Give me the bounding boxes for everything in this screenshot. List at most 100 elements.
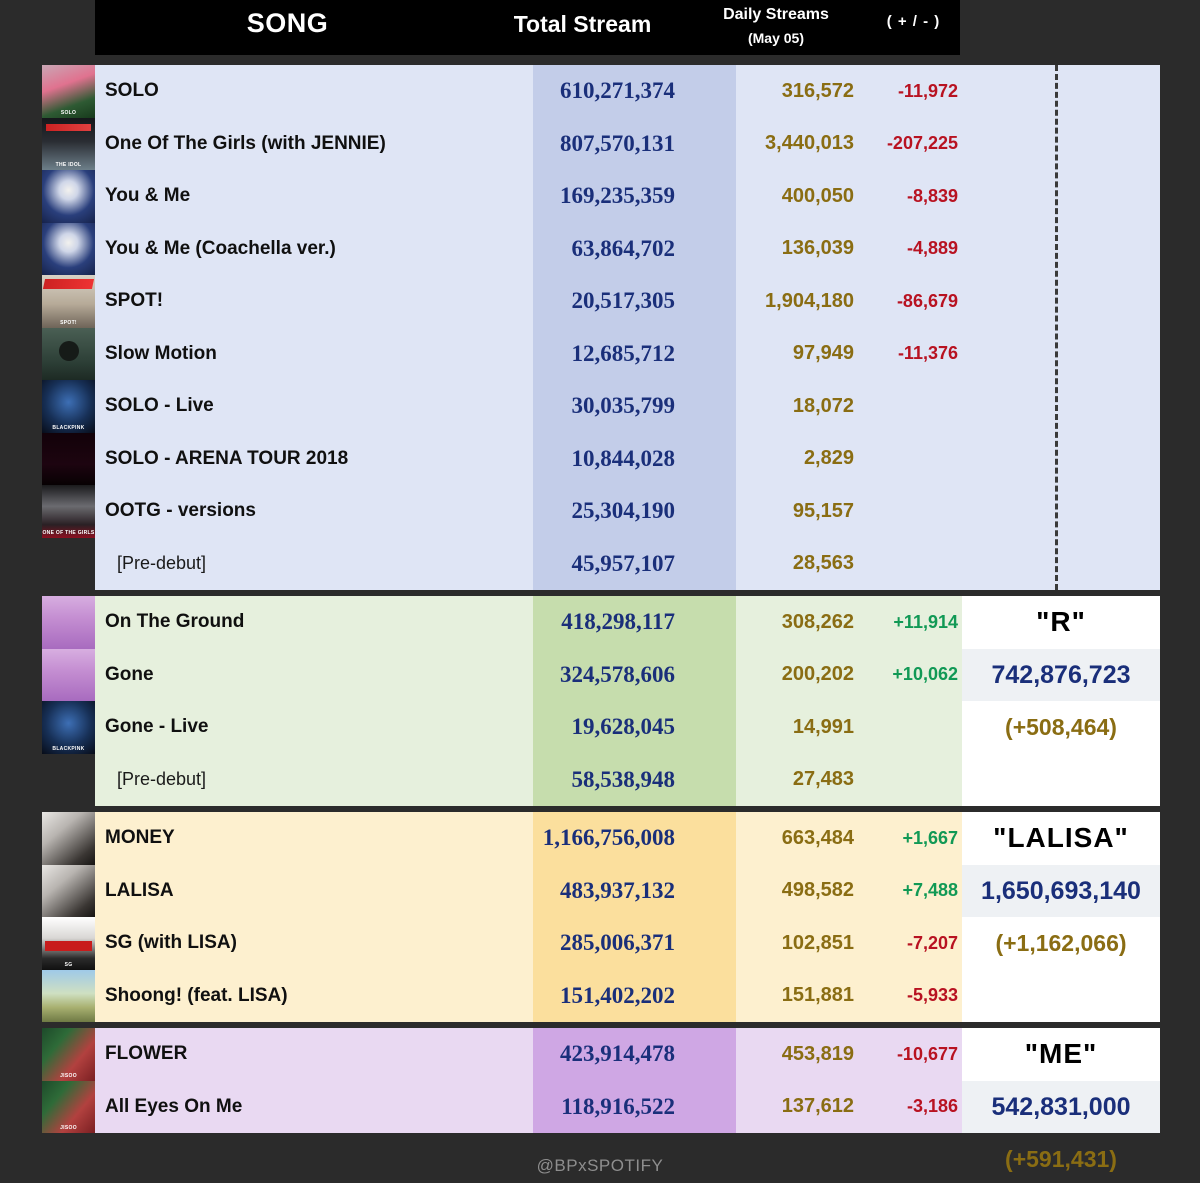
- cell-delta: +10,062: [892, 664, 958, 685]
- album-art-image: [42, 812, 95, 865]
- watermark: @BPxSPOTIFY: [536, 1156, 664, 1175]
- cell-daily-stream: 18,072: [792, 394, 854, 417]
- cell-daily-stream: 136,039: [781, 237, 854, 260]
- album-art-placeholder: [42, 753, 95, 806]
- album-art-thumbnail: BLACKPINK: [42, 380, 95, 433]
- table-row[interactable]: LALISA 483,937,132 498,582 +7,488: [95, 865, 960, 918]
- stats-table-page: SONG Total Stream Daily Streams (May 05)…: [0, 0, 1200, 1183]
- table-row[interactable]: SOLO 610,271,374 316,572 -11,972: [95, 65, 960, 118]
- table-row[interactable]: Gone 324,578,606 200,202 +10,062: [95, 649, 960, 702]
- album-art-label: SOLO: [60, 109, 77, 116]
- cell-song-title: [Pre-debut]: [117, 769, 207, 790]
- cell-delta: +7,488: [902, 880, 958, 901]
- album-art-placeholder: [42, 537, 95, 590]
- cell-total-stream: 807,570,131: [560, 130, 675, 156]
- cell-total-stream: 12,685,712: [571, 340, 676, 366]
- cell-daily-stream: 28,563: [792, 552, 854, 575]
- album-art-thumbnail: [42, 969, 95, 1022]
- cell-total-stream: 324,578,606: [560, 661, 675, 687]
- cell-song-title: All Eyes On Me: [105, 1095, 243, 1117]
- table-row[interactable]: You & Me (Coachella ver.) 63,864,702 136,0…: [95, 223, 960, 276]
- cell-song-title: OOTG - versions: [105, 500, 256, 522]
- cell-delta: +1,667: [902, 827, 958, 848]
- cell-total-stream: 418,298,117: [561, 609, 675, 635]
- column-header-song: SONG: [246, 8, 329, 38]
- cell-total-stream: 45,957,107: [571, 550, 676, 576]
- cell-daily-stream: 453,819: [781, 1042, 854, 1065]
- table-row[interactable]: SG (with LISA) 285,006,371 102,851 -7,207: [95, 917, 960, 970]
- cell-total-stream: 423,914,478: [560, 1041, 675, 1067]
- album-art-thumbnail: THE IDOL: [42, 117, 95, 170]
- album-art-thumbnail: JISOO: [42, 1028, 95, 1081]
- cell-delta: -10,677: [896, 1043, 958, 1064]
- table-row[interactable]: OOTG - versions 25,304,190 95,157: [95, 485, 960, 538]
- table-row[interactable]: One Of The Girls (with JENNIE) 807,570,13…: [95, 118, 960, 171]
- album-art-image: [42, 596, 95, 649]
- album-art-thumbnail: ONE OF THE GIRLS: [42, 485, 95, 538]
- table-row[interactable]: You & Me 169,235,359 400,050 -8,839: [95, 170, 960, 223]
- album-art-thumbnail: SOLO: [42, 65, 95, 118]
- table-row[interactable]: MONEY 1,166,756,008 663,484 +1,667: [95, 812, 960, 865]
- cell-total-stream: 285,006,371: [560, 930, 675, 956]
- column-header-daily-main: Daily Streams: [723, 6, 829, 23]
- album-art-thumbnail: [42, 327, 95, 380]
- cell-total-stream: 1,166,756,008: [542, 825, 675, 851]
- cell-total-stream: 10,844,028: [571, 445, 676, 471]
- cell-song-title: On The Ground: [105, 611, 245, 633]
- album-art-thumbnail: [42, 864, 95, 917]
- cell-song-title: SOLO - Live: [105, 395, 214, 417]
- summary-gain: (+1,162,066): [995, 930, 1127, 956]
- cell-song-title: SG (with LISA): [105, 932, 237, 954]
- cell-total-stream: 58,538,948: [571, 766, 676, 792]
- table-row[interactable]: [Pre-debut] 45,957,107 28,563: [95, 538, 960, 591]
- table-row[interactable]: SOLO - Live 30,035,799 18,072: [95, 380, 960, 433]
- album-art-thumbnail: JISOO: [42, 1080, 95, 1133]
- album-art-thumbnail: BLACKPINK: [42, 701, 95, 754]
- cell-daily-stream: 1,904,180: [765, 289, 854, 312]
- album-art-label: SPOT!: [60, 319, 77, 326]
- cell-song-title: [Pre-debut]: [117, 553, 207, 574]
- cell-total-stream: 483,937,132: [560, 877, 675, 903]
- summary-title: "R": [1036, 606, 1086, 637]
- cell-song-title: SOLO - ARENA TOUR 2018: [105, 447, 349, 469]
- album-art-image: [42, 222, 95, 275]
- cell-daily-stream: 14,991: [792, 715, 854, 738]
- table-row[interactable]: On The Ground 418,298,117 308,262 +11,914: [95, 596, 960, 649]
- cell-song-title: Slow Motion: [105, 342, 217, 364]
- table-row[interactable]: SPOT! 20,517,305 1,904,180 -86,679: [95, 275, 960, 328]
- cell-daily-stream: 137,612: [781, 1095, 854, 1118]
- cell-song-title: One Of The Girls (with JENNIE): [105, 132, 386, 154]
- table-header-bar: SONG Total Stream Daily Streams (May 05)…: [95, 0, 960, 55]
- cell-total-stream: 25,304,190: [571, 498, 676, 524]
- album-art-image: [42, 170, 95, 223]
- summary-panel-lisa: "LALISA" 1,650,693,140 (+1,162,066): [962, 812, 1160, 1022]
- cell-total-stream: 63,864,702: [571, 235, 676, 261]
- table-row[interactable]: SOLO - ARENA TOUR 2018 10,844,028 2,829: [95, 433, 960, 486]
- summary-panel-rose: "R" 742,876,723 (+508,464): [962, 596, 1160, 806]
- album-art-label: BLACKPINK: [52, 424, 85, 431]
- cell-total-stream: 610,271,374: [560, 78, 675, 104]
- table-row[interactable]: All Eyes On Me 118,916,522 137,612 -3,186: [95, 1081, 960, 1134]
- cell-delta: -5,933: [906, 985, 958, 1006]
- album-art-label: THE IDOL: [55, 162, 82, 168]
- table-row[interactable]: Gone - Live 19,628,045 14,991: [95, 701, 960, 754]
- album-art-thumbnail: [42, 432, 95, 485]
- column-header-daily: Daily Streams (May 05): [685, 4, 867, 47]
- album-art-thumbnail: [42, 596, 95, 649]
- cell-song-title: Gone - Live: [105, 716, 209, 738]
- section-rows: SOLO 610,271,374 316,572 -11,972 One Of The …: [95, 65, 1160, 590]
- column-header-daily-date: (May 05): [747, 29, 805, 46]
- column-header-total: Total Stream: [513, 11, 652, 37]
- cell-song-title: MONEY: [105, 827, 175, 849]
- summary-total: 1,650,693,140: [962, 864, 1160, 917]
- cell-daily-stream: 663,484: [781, 826, 854, 849]
- cell-delta: -11,972: [897, 80, 958, 101]
- table-row[interactable]: FLOWER 423,914,478 453,819 -10,677: [95, 1028, 960, 1081]
- cell-total-stream: 118,916,522: [561, 1093, 675, 1119]
- cell-delta: -3,186: [906, 1096, 958, 1117]
- table-row[interactable]: Slow Motion 12,685,712 97,949 -11,376: [95, 328, 960, 381]
- summary-panel-jisoo: "ME" 542,831,000 (+591,431): [962, 1028, 1160, 1172]
- table-row[interactable]: Shoong! (feat. LISA) 151,402,202 151,881 -5…: [95, 970, 960, 1023]
- album-art-column: SOLO THE IDOL SPOT! BLACKPINK ONE OF THE GIR…: [42, 65, 95, 590]
- table-row[interactable]: [Pre-debut] 58,538,948 27,483: [95, 754, 960, 807]
